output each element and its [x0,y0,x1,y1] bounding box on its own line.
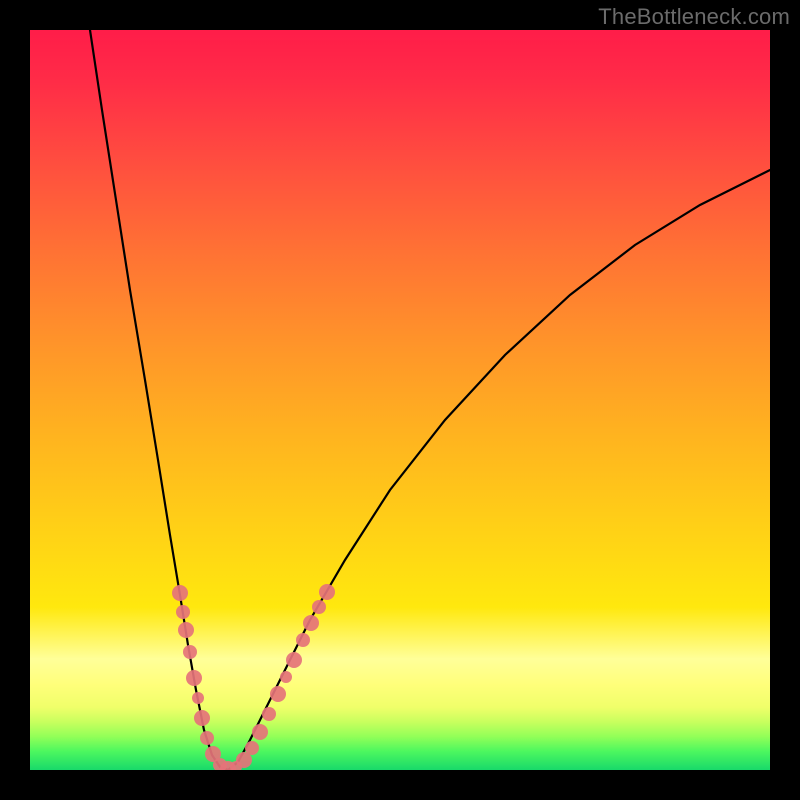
marker-dot [303,615,319,631]
marker-dot [245,741,259,755]
marker-dot [312,600,326,614]
marker-dot [200,731,214,745]
highlight-markers [172,584,335,770]
marker-dot [186,670,202,686]
series-left-branch [90,30,228,770]
curve-left-branch [90,30,228,770]
chart-frame [30,30,770,770]
series-right-branch [228,170,770,770]
marker-dot [286,652,302,668]
marker-dot [296,633,310,647]
marker-dot [183,645,197,659]
marker-dot [270,686,286,702]
watermark-text: TheBottleneck.com [598,4,790,30]
marker-dot [319,584,335,600]
marker-dot [194,710,210,726]
marker-dot [252,724,268,740]
marker-dot [280,671,292,683]
chart-curves [30,30,770,770]
marker-dot [176,605,190,619]
marker-dot [262,707,276,721]
curve-right-branch [228,170,770,770]
marker-dot [172,585,188,601]
marker-dot [178,622,194,638]
marker-dot [192,692,204,704]
